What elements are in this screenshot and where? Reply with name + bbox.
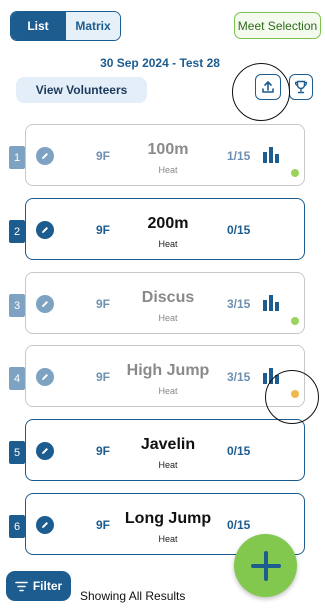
results-chart-button[interactable] (262, 146, 282, 169)
edit-icon (42, 374, 48, 380)
volunteer-count: 0/15 (227, 223, 251, 237)
event-card[interactable]: 9F 200m Heat 0/15 (25, 198, 305, 260)
edit-icon (42, 153, 48, 159)
event-index: 4 (9, 367, 25, 390)
event-name: Long Jump (124, 510, 212, 527)
meet-selection-button[interactable]: Meet Selection (234, 12, 321, 39)
bar-chart-icon (263, 295, 279, 311)
volunteer-count: 0/15 (227, 444, 251, 458)
event-row: 3 9F Discus Heat 3/15 (9, 272, 309, 334)
highlight-ring (265, 370, 319, 424)
event-card[interactable]: 9F Discus Heat 3/15 (25, 272, 305, 334)
event-card[interactable]: 9F High Jump Heat 3/15 (25, 345, 305, 407)
event-index: 5 (9, 441, 25, 464)
edit-button[interactable] (36, 442, 54, 460)
edit-icon (42, 301, 48, 307)
event-card[interactable]: 9F Javelin Heat 0/15 (25, 419, 305, 481)
event-row: 4 9F High Jump Heat 3/15 (9, 345, 309, 407)
event-card[interactable]: 9F 100m Heat 1/15 (25, 124, 305, 186)
event-subtitle: Heat (158, 386, 178, 396)
event-subtitle: Heat (158, 165, 178, 175)
filter-icon (15, 581, 28, 591)
event-subtitle: Heat (158, 313, 178, 323)
volunteer-count: 0/15 (227, 518, 251, 532)
bar-chart-icon (263, 147, 279, 163)
event-name: Javelin (140, 436, 196, 453)
event-index: 3 (9, 294, 25, 317)
event-subtitle: Heat (158, 460, 178, 470)
event-name: Discus (141, 289, 195, 306)
event-subtitle: Heat (158, 534, 178, 544)
filter-button[interactable]: Filter (6, 571, 71, 601)
trophy-button[interactable] (289, 74, 313, 100)
event-name: 100m (147, 141, 189, 158)
add-event-button[interactable] (234, 534, 297, 597)
volunteer-count: 3/15 (227, 297, 251, 311)
meet-title: 30 Sep 2024 - Test 28 (100, 56, 220, 70)
event-row: 1 9F 100m Heat 1/15 (9, 124, 309, 186)
event-index: 2 (9, 220, 25, 243)
event-row: 5 9F Javelin Heat 0/15 (9, 419, 309, 481)
view-volunteers-button[interactable]: View Volunteers (16, 77, 147, 103)
trophy-icon (294, 80, 308, 94)
volunteer-count: 3/15 (227, 370, 251, 384)
event-subtitle: Heat (158, 239, 178, 249)
view-toggle: List Matrix (10, 11, 121, 41)
edit-icon (42, 448, 48, 454)
volunteer-count: 1/15 (227, 149, 251, 163)
status-dot (291, 317, 299, 325)
plus-icon (250, 550, 281, 581)
results-status: Showing All Results (80, 589, 186, 603)
event-row: 2 9F 200m Heat 0/15 (9, 198, 309, 260)
event-name: High Jump (126, 362, 210, 379)
event-index: 6 (9, 515, 25, 538)
highlight-ring (232, 63, 290, 121)
edit-icon (42, 522, 48, 528)
status-dot (291, 169, 299, 177)
edit-button[interactable] (36, 147, 54, 165)
edit-icon (42, 227, 48, 233)
results-chart-button[interactable] (262, 294, 282, 317)
filter-label: Filter (32, 579, 63, 593)
list-tab[interactable]: List (11, 12, 65, 40)
matrix-tab[interactable]: Matrix (65, 12, 120, 40)
event-index: 1 (9, 146, 25, 169)
event-name: 200m (147, 215, 189, 232)
edit-button[interactable] (36, 221, 54, 239)
edit-button[interactable] (36, 295, 54, 313)
edit-button[interactable] (36, 516, 54, 534)
edit-button[interactable] (36, 368, 54, 386)
